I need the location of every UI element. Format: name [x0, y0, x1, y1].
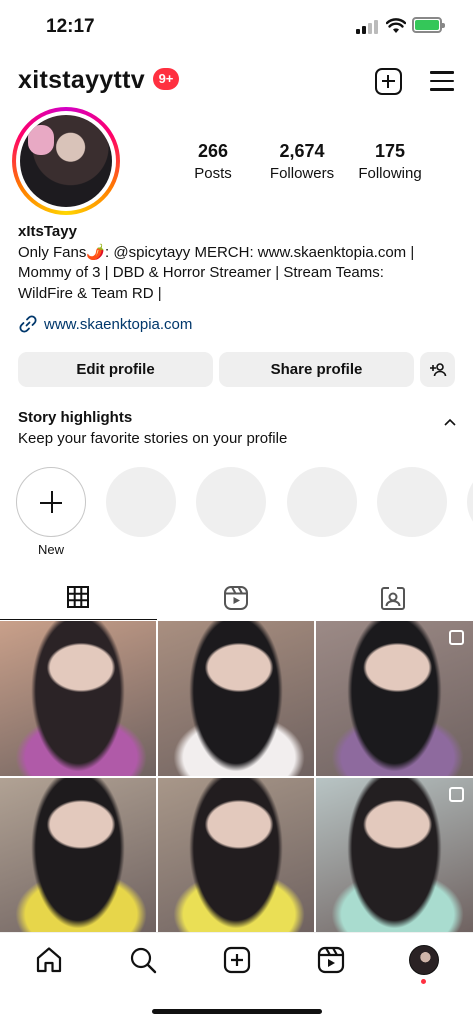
discover-people-button[interactable] — [420, 352, 455, 387]
posts-grid — [0, 621, 473, 933]
tagged-icon — [381, 587, 405, 610]
new-highlight-label: New — [37, 542, 64, 557]
stat-value: 175 — [374, 141, 406, 161]
stat-label: Followers — [269, 165, 335, 182]
stat-label: Posts — [194, 165, 232, 182]
highlight-placeholder — [377, 467, 447, 537]
reels-icon — [224, 586, 248, 610]
chevron-up-icon[interactable] — [444, 418, 456, 426]
status-bar: 12:17 — [0, 0, 473, 52]
avatar[interactable] — [12, 107, 120, 215]
highlight-placeholder — [106, 467, 176, 537]
highlights-title: Story highlights — [18, 409, 133, 426]
username[interactable]: xitstayyttv — [18, 66, 145, 95]
bio-line: WildFire & Team RD | — [18, 284, 162, 302]
post-thumbnail[interactable] — [0, 778, 156, 933]
link-icon — [19, 315, 37, 333]
profile-avatar[interactable] — [409, 945, 439, 975]
notification-badge[interactable]: 9+ — [153, 68, 179, 90]
highlight-placeholder — [467, 467, 473, 537]
post-thumbnail[interactable] — [158, 621, 314, 776]
menu-icon[interactable] — [430, 71, 454, 91]
post-thumbnail[interactable] — [0, 621, 156, 776]
profile-tabs — [0, 576, 473, 620]
highlight-placeholder — [196, 467, 266, 537]
highlights-subtitle: Keep your favorite stories on your profi… — [18, 430, 288, 447]
highlights-row: New — [0, 467, 473, 562]
tab-reels[interactable] — [157, 576, 314, 620]
create-icon[interactable] — [222, 945, 252, 975]
stat-posts[interactable]: 266 Posts — [180, 141, 246, 182]
wifi-icon — [386, 18, 406, 33]
home-icon[interactable] — [34, 945, 64, 975]
home-indicator[interactable] — [152, 1009, 322, 1014]
stat-following[interactable]: 175 Following — [354, 141, 426, 182]
notification-dot — [421, 979, 426, 984]
reels-icon[interactable] — [316, 945, 346, 975]
profile-photo — [20, 115, 112, 207]
link-text: www.skaenktopia.com — [44, 316, 193, 333]
grid-icon — [67, 586, 89, 608]
edit-profile-button[interactable]: Edit profile — [18, 352, 213, 387]
multi-post-icon — [449, 787, 464, 802]
post-thumbnail[interactable] — [316, 778, 473, 933]
profile-bio: xItsTayy Only Fans🌶️: @spicytayy MERCH: … — [18, 222, 458, 304]
create-post-icon[interactable] — [375, 68, 402, 95]
display-name: xItsTayy — [18, 223, 77, 240]
share-profile-button[interactable]: Share profile — [219, 352, 414, 387]
tab-tagged[interactable] — [314, 576, 473, 620]
profile-header: xitstayyttv 9+ — [0, 62, 473, 102]
post-thumbnail[interactable] — [316, 621, 473, 776]
tab-posts[interactable] — [0, 576, 157, 620]
bio-line: Only Fans🌶️: @spicytayy MERCH: www.skaen… — [18, 243, 415, 261]
multi-post-icon — [449, 630, 464, 645]
highlight-placeholder — [287, 467, 357, 537]
stat-value: 2,674 — [279, 141, 325, 161]
bio-line: Mommy of 3 | DBD & Horror Streamer | Str… — [18, 264, 384, 281]
stat-followers[interactable]: 2,674 Followers — [263, 141, 341, 182]
new-highlight-button[interactable] — [16, 467, 86, 537]
post-thumbnail[interactable] — [158, 778, 314, 933]
stat-label: Following — [358, 165, 422, 182]
profile-stats: 266 Posts 2,674 Followers 175 Following — [170, 141, 470, 185]
status-time: 12:17 — [46, 16, 95, 37]
cellular-signal-icon — [356, 20, 378, 34]
add-person-icon — [429, 363, 446, 377]
stat-value: 266 — [197, 141, 229, 161]
search-icon[interactable] — [128, 945, 158, 975]
battery-icon — [412, 17, 445, 33]
